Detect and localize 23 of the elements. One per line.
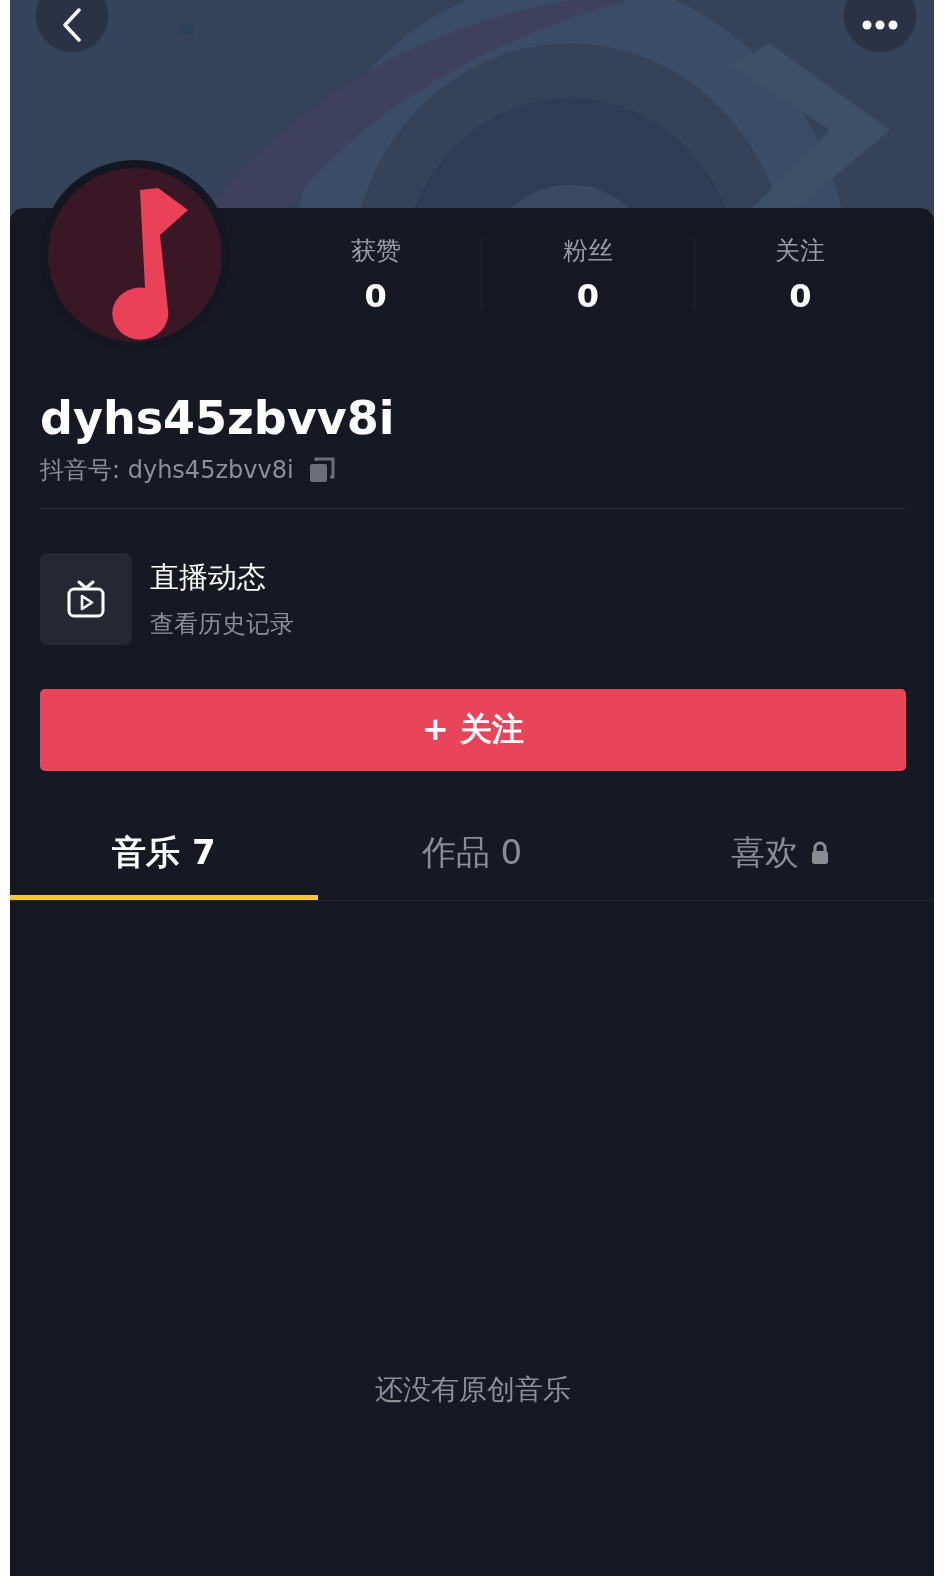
stat-label: 关注	[775, 235, 826, 267]
tab[interactable]: 作品 0	[318, 811, 626, 900]
copy-icon[interactable]	[307, 456, 336, 484]
live-tile[interactable]	[40, 553, 132, 645]
empty-message: 还没有原创音乐	[375, 1372, 571, 1408]
username: dyhs45zbvv8i	[40, 390, 395, 446]
tab[interactable]: 音乐 7	[10, 811, 318, 900]
stat-value: 0	[789, 277, 812, 315]
stat-value: 0	[364, 277, 387, 315]
stat-label: 获赞	[350, 235, 401, 267]
stat-label: 粉丝	[563, 235, 613, 267]
more-icon	[862, 20, 898, 30]
tab-label: 喜欢	[731, 831, 799, 874]
tab-label: 作品 0	[421, 831, 523, 874]
back-icon	[62, 8, 82, 42]
live-title[interactable]: 直播动态	[150, 558, 266, 598]
account-id: 抖音号: dyhs45zbvv8i	[40, 455, 294, 486]
tab[interactable]: 喜欢	[626, 811, 934, 900]
live-subtitle: 查看历史记录	[150, 609, 294, 640]
stat-value: 0	[576, 277, 600, 315]
follow-button[interactable]: + 关注	[40, 689, 906, 771]
tv-play-icon	[66, 579, 106, 619]
tab-label: 音乐 7	[112, 831, 216, 874]
